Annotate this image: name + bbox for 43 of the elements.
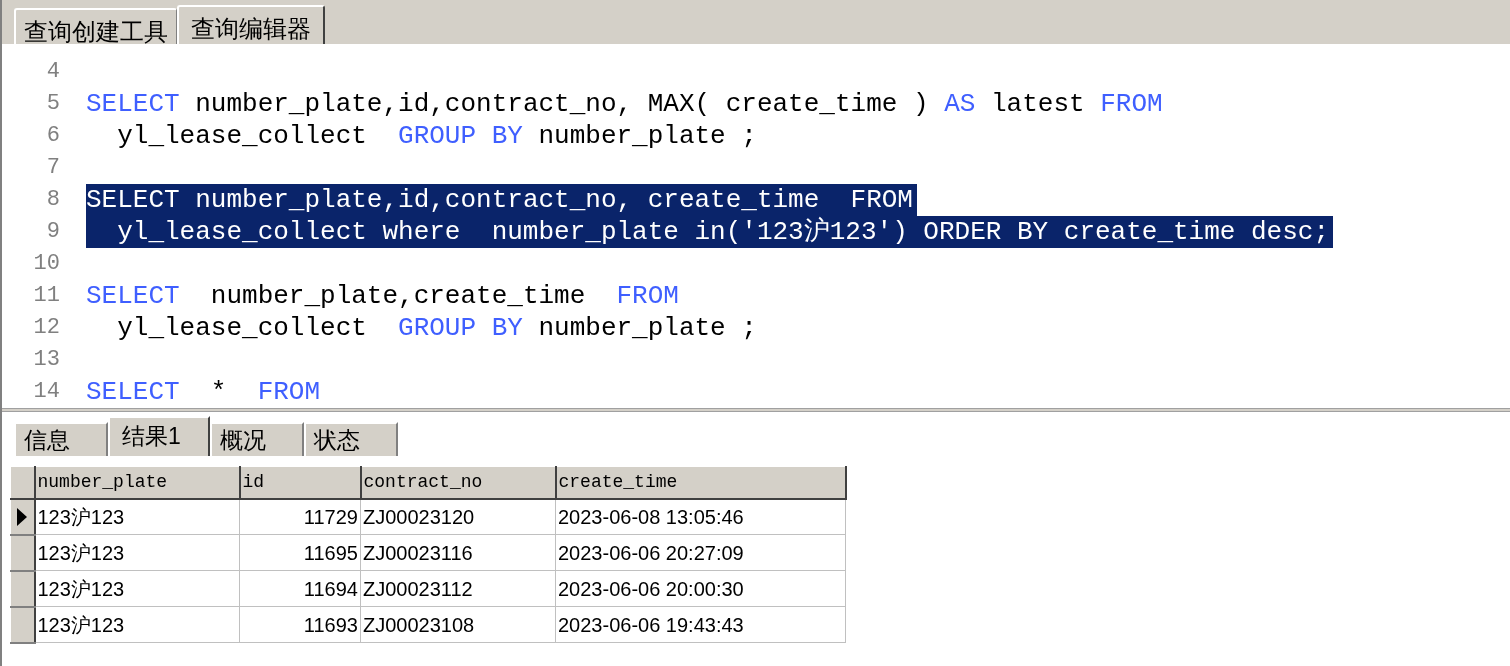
row-indicator[interactable] [10,498,35,535]
result-tab[interactable]: 概况 [210,422,304,456]
table-cell: ZJ00023112 [360,570,556,607]
table-cell: 11693 [239,606,361,643]
line-number: 13 [32,346,61,374]
table-cell: 123沪123 [34,570,240,607]
table-cell: 2023-06-06 20:27:09 [555,534,846,571]
table-cell: 2023-06-06 19:43:43 [555,606,846,643]
column-header[interactable]: number_plate [34,466,240,499]
corner-header [10,466,35,499]
line-number: 4 [45,58,61,86]
line-number: 5 [45,90,61,118]
line-number: 10 [32,250,61,278]
table-cell: 2023-06-08 13:05:46 [555,498,846,535]
line-number: 6 [45,122,61,150]
table-cell: ZJ00023116 [360,534,556,571]
column-header[interactable]: id [239,466,361,499]
table-cell: ZJ00023108 [360,606,556,643]
table-cell: ZJ00023120 [360,498,556,535]
current-row-icon [16,506,29,527]
line-number: 8 [45,186,61,214]
table-cell: 123沪123 [34,534,240,571]
line-number: 7 [45,154,61,182]
line-number: 9 [45,218,61,246]
column-header[interactable]: create_time [555,466,846,499]
tab[interactable]: 查询创建工具 [14,8,177,44]
result-tab[interactable]: 结果1 [108,416,210,456]
table-cell: 2023-06-06 20:00:30 [555,570,846,607]
table-cell: 11695 [239,534,361,571]
line-number: 14 [32,378,61,406]
row-indicator[interactable] [10,570,35,607]
row-indicator[interactable] [10,606,35,643]
result-tab[interactable]: 状态 [304,422,398,456]
table-cell: 123沪123 [34,498,240,535]
table-cell: 11694 [239,570,361,607]
row-indicator[interactable] [10,534,35,571]
line-number: 12 [32,314,61,342]
line-number: 11 [32,282,61,310]
result-tab[interactable]: 信息 [14,422,108,456]
table-cell: 123沪123 [34,606,240,643]
column-header[interactable]: contract_no [360,466,556,499]
table-cell: 11729 [239,498,361,535]
tab[interactable]: 查询编辑器 [177,5,325,44]
